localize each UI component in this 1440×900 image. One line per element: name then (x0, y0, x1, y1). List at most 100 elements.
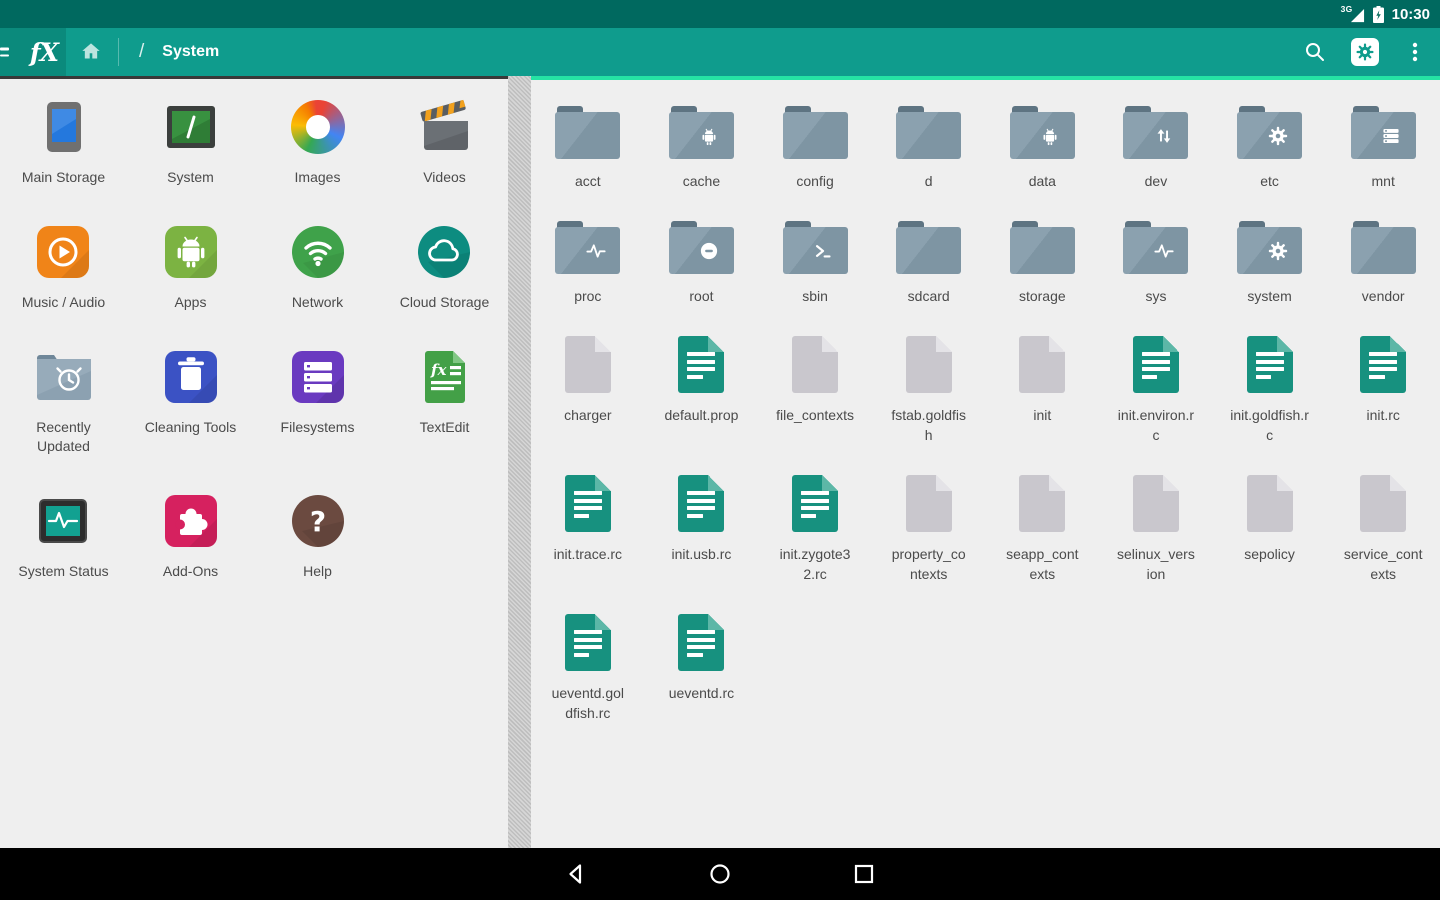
entry-label: cache (683, 171, 720, 191)
back-button[interactable] (563, 861, 589, 887)
recently-updated-icon (33, 348, 95, 406)
entry-sdcard[interactable]: sdcard (896, 221, 961, 306)
shortcut-cloud-storage[interactable]: Cloud Storage (400, 223, 490, 312)
home-button[interactable] (66, 28, 116, 76)
breadcrumb-root[interactable]: / (139, 41, 144, 63)
shortcut-recently-updated[interactable]: Recently Updated (14, 348, 114, 456)
terminal-folder-icon (783, 221, 848, 274)
shortcut-label: Add-Ons (163, 562, 218, 581)
menu-icon[interactable] (0, 48, 9, 57)
server-folder-icon (1351, 106, 1416, 159)
signal-3g-icon: 3G (1341, 5, 1365, 23)
shortcut-apps[interactable]: Apps (162, 223, 220, 312)
screen: 3G 10:30 fX / System Main StorageSystemI… (0, 0, 1440, 900)
panel-divider[interactable] (508, 76, 531, 848)
entry-mnt[interactable]: mnt (1351, 106, 1416, 191)
entry-vendor[interactable]: vendor (1351, 221, 1416, 306)
entry-file-contexts[interactable]: file_contexts (776, 336, 854, 425)
file-icon (906, 475, 952, 532)
entry-label: sepolicy (1244, 544, 1295, 564)
entry-init-usb-rc[interactable]: init.usb.rc (671, 475, 731, 564)
shortcut-label: TextEdit (420, 418, 470, 437)
document-icon (678, 614, 724, 671)
cleaning-tools-icon (162, 348, 220, 406)
entry-init-goldfish-rc[interactable]: init.goldfish.rc (1230, 336, 1309, 445)
entry-init-environ-rc[interactable]: init.environ.rc (1116, 336, 1195, 445)
entry-proc[interactable]: proc (555, 221, 620, 306)
shortcut-images[interactable]: Images (291, 98, 345, 187)
entry-init-rc[interactable]: init.rc (1360, 336, 1406, 425)
shortcut-music-audio[interactable]: Music / Audio (22, 223, 105, 312)
shortcut-cleaning-tools[interactable]: Cleaning Tools (145, 348, 237, 437)
entry-init-zygote32-rc[interactable]: init.zygote32.rc (776, 475, 855, 584)
entry-system[interactable]: system (1237, 221, 1302, 306)
document-icon (678, 475, 724, 532)
entry-label: fstab.goldfish (889, 405, 968, 445)
entry-ueventd-rc[interactable]: ueventd.rc (669, 614, 734, 703)
entry-init[interactable]: init (1019, 336, 1065, 425)
entry-property-contexts[interactable]: property_contexts (889, 475, 968, 584)
document-icon (565, 614, 611, 671)
entry-label: init (1033, 405, 1051, 425)
entry-label: system (1247, 286, 1291, 306)
shortcut-add-ons[interactable]: Add-Ons (162, 492, 220, 581)
entry-sepolicy[interactable]: sepolicy (1244, 475, 1295, 564)
document-icon (565, 475, 611, 532)
entry-data[interactable]: data (1010, 106, 1075, 191)
shortcut-system-status[interactable]: System Status (18, 492, 108, 581)
entry-etc[interactable]: etc (1237, 106, 1302, 191)
overflow-menu-icon[interactable] (1390, 28, 1440, 76)
entry-label: init.trace.rc (554, 544, 622, 564)
entry-root[interactable]: root (669, 221, 734, 306)
app-logo-button[interactable]: fX (0, 28, 66, 76)
apps-icon (162, 223, 220, 281)
shortcut-textedit[interactable]: fxTextEdit (420, 348, 470, 437)
entry-ueventd-goldfish-rc[interactable]: ueventd.goldfish.rc (548, 614, 627, 723)
shortcut-network[interactable]: Network (289, 223, 347, 312)
entry-cache[interactable]: cache (669, 106, 734, 191)
entry-label: etc (1260, 171, 1279, 191)
shortcut-filesystems[interactable]: Filesystems (281, 348, 355, 437)
breadcrumb: / System (139, 41, 219, 63)
entry-default-prop[interactable]: default.prop (664, 336, 738, 425)
entry-label: init.rc (1366, 405, 1399, 425)
entry-selinux-version[interactable]: selinux_version (1116, 475, 1195, 584)
document-icon (1247, 336, 1293, 393)
file-icon (906, 336, 952, 393)
file-grid-panel[interactable]: acct cache config d datadev etc mnt proc rootsbi… (531, 76, 1440, 848)
entry-label: init.environ.rc (1116, 405, 1195, 445)
shortcut-label: Images (295, 168, 341, 187)
entry-config[interactable]: config (783, 106, 848, 191)
home-nav-button[interactable] (707, 861, 733, 887)
entry-init-trace-rc[interactable]: init.trace.rc (554, 475, 622, 564)
shortcut-main-storage[interactable]: Main Storage (22, 98, 105, 187)
entry-charger[interactable]: charger (564, 336, 611, 425)
shortcut-help[interactable]: ?Help (289, 492, 347, 581)
entry-sys[interactable]: sys (1123, 221, 1188, 306)
main-storage-icon (35, 98, 93, 156)
entry-dev[interactable]: dev (1123, 106, 1188, 191)
entry-seapp-contexts[interactable]: seapp_contexts (1003, 475, 1082, 584)
entry-service-contexts[interactable]: service_contexts (1344, 475, 1423, 584)
entry-d[interactable]: d (896, 106, 961, 191)
entry-label: storage (1019, 286, 1066, 306)
file-icon (1133, 475, 1179, 532)
music-audio-icon (34, 223, 92, 281)
recents-button[interactable] (851, 861, 877, 887)
shortcut-label: Help (303, 562, 332, 581)
entry-fstab-goldfish[interactable]: fstab.goldfish (889, 336, 968, 445)
shortcut-videos[interactable]: Videos (416, 98, 474, 187)
entry-sbin[interactable]: sbin (783, 221, 848, 306)
entry-label: init.zygote32.rc (776, 544, 855, 584)
tools-icon[interactable] (1340, 28, 1390, 76)
search-icon[interactable] (1290, 28, 1340, 76)
entry-label: seapp_contexts (1003, 544, 1082, 584)
entry-storage[interactable]: storage (1010, 221, 1075, 306)
entry-acct[interactable]: acct (555, 106, 620, 191)
page-title: System (162, 43, 219, 61)
shortcut-label: Apps (175, 293, 207, 312)
entry-label: d (925, 171, 933, 191)
entry-label: service_contexts (1344, 544, 1423, 584)
shortcuts-panel[interactable]: Main Storage System Images Videos Music / Au… (0, 76, 508, 848)
shortcut-system[interactable]: System (162, 98, 220, 187)
